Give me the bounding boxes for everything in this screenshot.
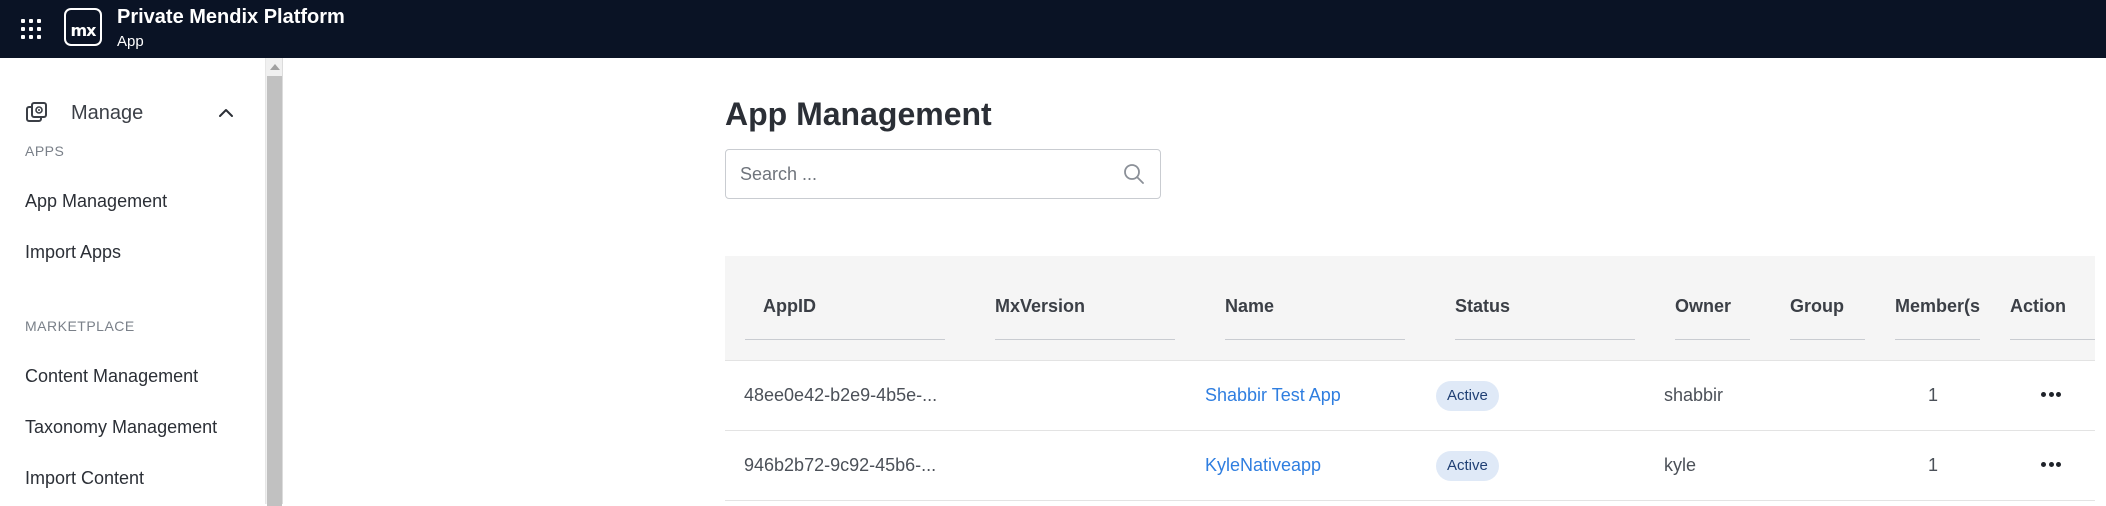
sidebar-item-app-management[interactable]: App Management: [25, 191, 167, 212]
column-header-appid[interactable]: AppID: [763, 296, 816, 317]
sidebar-scrollbar[interactable]: [266, 58, 283, 506]
more-actions-icon[interactable]: [2041, 392, 2061, 398]
cell-appid: 48ee0e42-b2e9-4b5e-...: [744, 385, 938, 405]
table-row[interactable]: 946b2b72-9c92-45b6-... KyleNativeapp Act…: [725, 431, 2095, 501]
sidebar-item-taxonomy-management[interactable]: Taxonomy Management: [25, 417, 217, 438]
chevron-up-icon[interactable]: [217, 104, 235, 122]
search-box[interactable]: [725, 149, 1161, 199]
header-divider: [1895, 339, 1980, 340]
header-divider: [1675, 339, 1750, 340]
sidebar-section-marketplace: MARKETPLACE: [25, 318, 135, 334]
app-name-link[interactable]: Shabbir Test App: [1205, 385, 1341, 406]
column-header-action: Action: [2010, 296, 2066, 316]
column-header-owner[interactable]: Owner: [1675, 296, 1731, 317]
header-divider: [745, 339, 945, 340]
search-input[interactable]: [740, 163, 1122, 185]
column-header-name[interactable]: Name: [1225, 296, 1274, 317]
sidebar-item-content-management[interactable]: Content Management: [25, 366, 198, 387]
column-header-status[interactable]: Status: [1455, 296, 1510, 317]
mendix-logo[interactable]: mx: [64, 8, 102, 46]
platform-title: Private Mendix Platform: [117, 6, 345, 28]
status-badge: Active: [1436, 451, 1499, 481]
cell-owner: shabbir: [1664, 385, 1724, 405]
table-header: AppID MxVersion Name Status Owner Group …: [725, 256, 2095, 361]
table-row[interactable]: 48ee0e42-b2e9-4b5e-... Shabbir Test App …: [725, 361, 2095, 431]
cell-members: 1: [1928, 455, 1939, 475]
column-header-members[interactable]: Member(s: [1895, 296, 1980, 317]
header-divider: [2010, 339, 2095, 340]
sidebar-section-apps: APPS: [25, 143, 65, 159]
sidebar-item-import-content[interactable]: Import Content: [25, 468, 144, 489]
scroll-up-arrow-icon[interactable]: [270, 64, 280, 70]
cell-members: 1: [1928, 385, 1939, 405]
app-name-link[interactable]: KyleNativeapp: [1205, 455, 1321, 476]
header-divider: [995, 339, 1175, 340]
top-bar: mx Private Mendix Platform App: [0, 0, 2106, 58]
header-divider: [1790, 339, 1865, 340]
cell-owner: kyle: [1664, 455, 1697, 475]
sidebar-group-manage[interactable]: Manage: [25, 96, 235, 130]
app-grid-icon[interactable]: [20, 18, 42, 40]
platform-subtitle: App: [117, 33, 144, 50]
header-divider: [1225, 339, 1405, 340]
scrollbar-thumb[interactable]: [267, 76, 282, 506]
sidebar-item-import-apps[interactable]: Import Apps: [25, 242, 121, 263]
header-divider: [1455, 339, 1635, 340]
page-title: App Management: [725, 96, 992, 132]
search-icon[interactable]: [1122, 162, 1146, 186]
cell-appid: 946b2b72-9c92-45b6-...: [744, 455, 937, 475]
manage-icon: [25, 101, 49, 125]
apps-table: AppID MxVersion Name Status Owner Group …: [725, 256, 2095, 501]
column-header-group[interactable]: Group: [1790, 296, 1844, 317]
column-header-mxversion[interactable]: MxVersion: [995, 296, 1085, 317]
status-badge: Active: [1436, 381, 1499, 411]
more-actions-icon[interactable]: [2041, 462, 2061, 468]
sidebar-group-label: Manage: [71, 101, 144, 124]
